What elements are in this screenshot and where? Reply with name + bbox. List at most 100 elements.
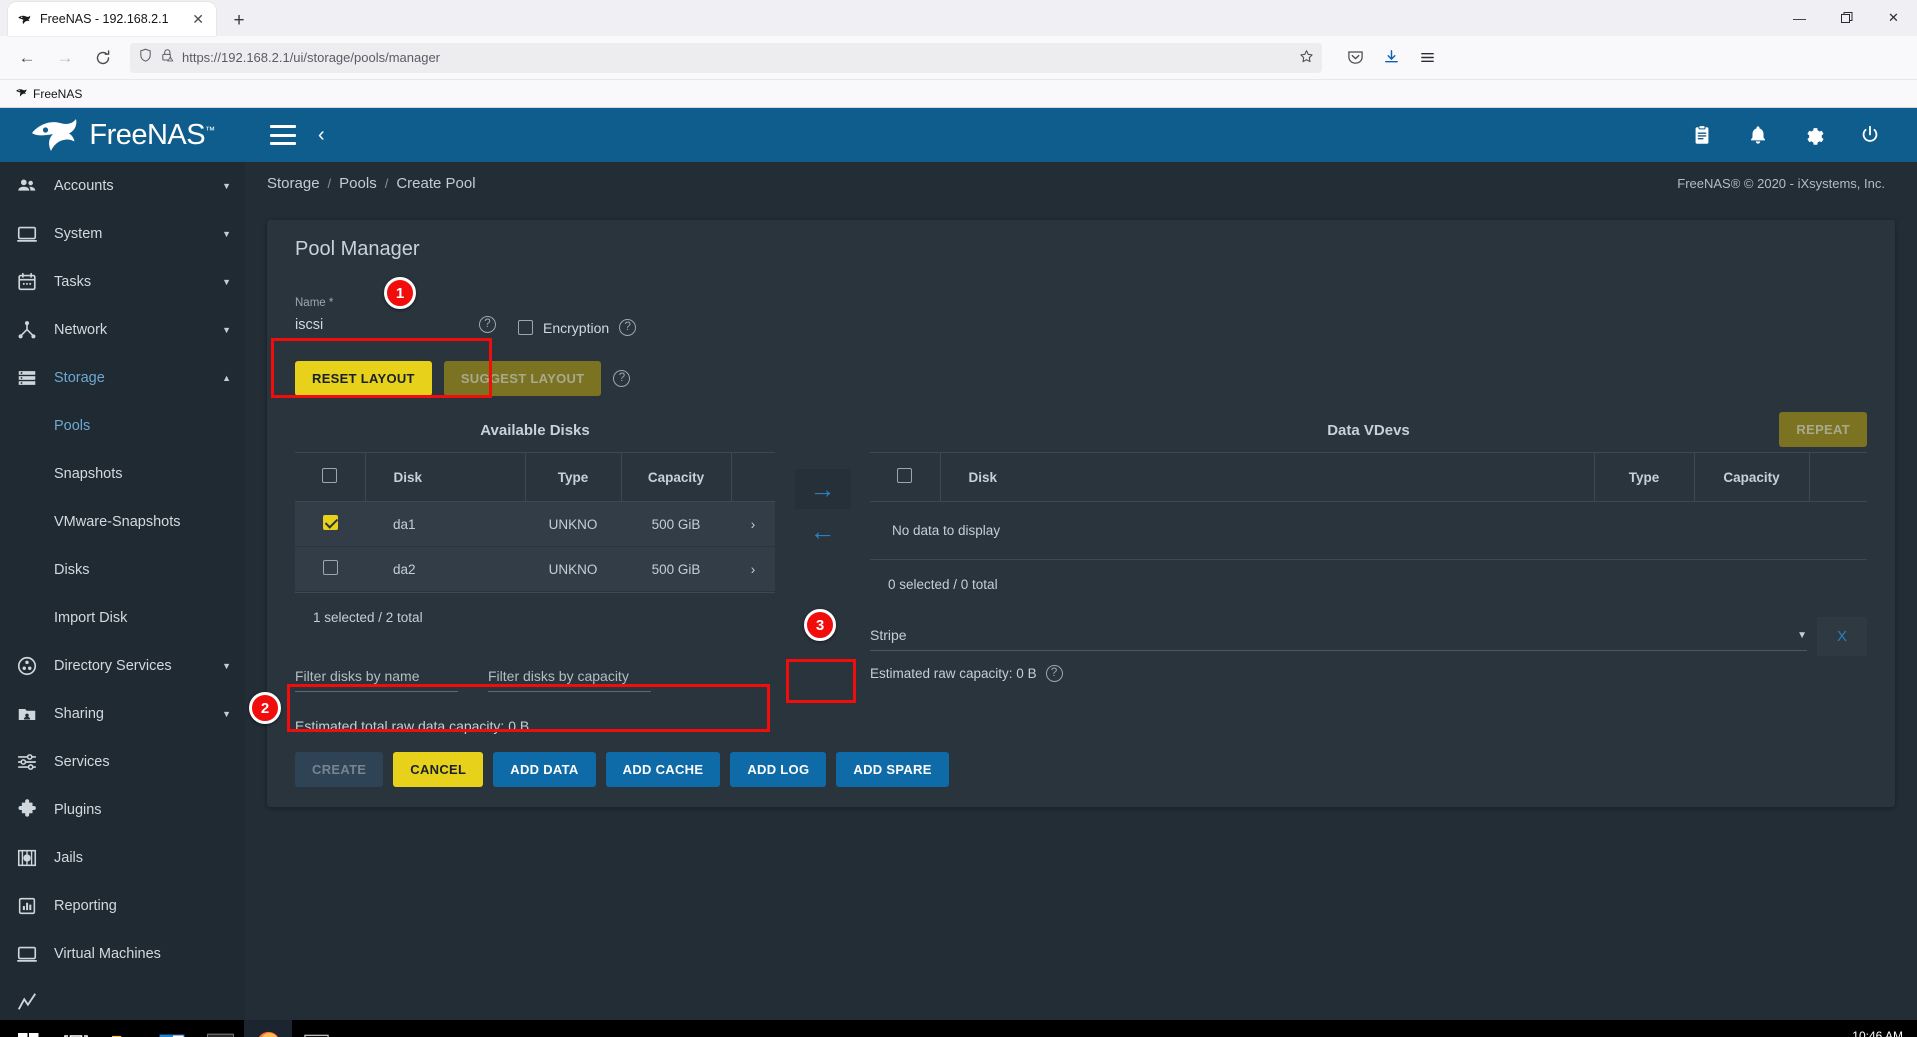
taskbar-clock[interactable]: 10:46 AM 9/16/2022 <box>1850 1029 1903 1037</box>
downloads-icon[interactable] <box>1374 42 1408 74</box>
sidebar-item-disks[interactable]: Disks <box>0 546 245 594</box>
create-button[interactable]: CREATE <box>295 752 384 787</box>
new-tab-button[interactable]: + <box>226 11 252 30</box>
sidebar-item-snapshots[interactable]: Snapshots <box>0 450 245 498</box>
add-cache-button[interactable]: ADD CACHE <box>605 752 721 787</box>
disk-column-header[interactable]: Disk <box>364 452 525 502</box>
sidebar-item-virtual-machines[interactable]: Virtual Machines <box>0 930 245 978</box>
remove-vdev-button[interactable]: X <box>1817 617 1867 656</box>
sidebar-item-vmware-snapshots[interactable]: VMware-Snapshots <box>0 498 245 546</box>
sidebar-item-sharing[interactable]: Sharing ▼ <box>0 690 245 738</box>
chevron-right-icon[interactable]: › <box>731 502 775 547</box>
add-log-button[interactable]: ADD LOG <box>730 752 827 787</box>
cancel-button[interactable]: CANCEL <box>393 752 484 787</box>
vdev-layout-select[interactable]: Stripe ▼ <box>870 622 1807 651</box>
forward-button[interactable]: → <box>48 42 82 74</box>
sidebar-item-storage[interactable]: Storage ▲ <box>0 354 245 402</box>
power-icon[interactable] <box>1859 124 1881 146</box>
clipboard-icon[interactable] <box>1691 124 1713 146</box>
sidebar-item-network[interactable]: Network ▼ <box>0 306 245 354</box>
row-checkbox[interactable] <box>322 560 338 575</box>
sidebar-item-services[interactable]: Services <box>0 738 245 786</box>
firefox-button[interactable] <box>244 1020 292 1037</box>
window-close-button[interactable]: ✕ <box>1870 0 1917 36</box>
sidebar-item-jails[interactable]: Jails <box>0 834 245 882</box>
shield-icon[interactable] <box>138 48 153 68</box>
sharing-icon <box>14 702 40 726</box>
breadcrumb-create-pool[interactable]: Create Pool <box>396 175 475 192</box>
filter-disks-by-name-input[interactable] <box>295 664 458 692</box>
insecure-lock-icon[interactable] <box>160 48 175 68</box>
type-column-header[interactable]: Type <box>524 452 621 502</box>
bell-icon[interactable] <box>1747 124 1769 146</box>
remote-desktop-button[interactable]: >_ <box>292 1020 340 1037</box>
sidebar-item-directory-services[interactable]: Directory Services ▼ <box>0 642 245 690</box>
table-row[interactable]: da1 UNKNO 500 GiB › <box>295 501 775 547</box>
chevron-right-icon[interactable]: › <box>731 547 775 592</box>
sidebar-item-pools[interactable]: Pools <box>0 402 245 450</box>
sidebar-item-accounts[interactable]: Accounts ▼ <box>0 162 245 210</box>
pool-name-input[interactable] <box>295 315 471 339</box>
sidebar-label: Tasks <box>54 274 92 290</box>
select-all-checkbox[interactable] <box>897 468 913 483</box>
freenas-topbar: FreeNAS™ ‹ <box>0 108 1917 162</box>
disk-capacity: 500 GiB <box>651 516 701 532</box>
reload-button[interactable] <box>86 42 120 74</box>
raw-capacity-help-icon[interactable]: ? <box>1045 665 1063 682</box>
estimated-raw-capacity-row: Estimated raw capacity: 0 B ? <box>870 656 1867 682</box>
disk-filters <box>295 642 775 692</box>
disk-type: UNKNO <box>548 516 598 532</box>
window-maximize-button[interactable] <box>1823 0 1870 36</box>
gear-icon[interactable] <box>1803 124 1825 146</box>
window-minimize-button[interactable]: — <box>1776 0 1823 36</box>
url-bar[interactable]: https://192.168.2.1/ui/storage/pools/man… <box>130 42 1322 73</box>
name-help-icon[interactable]: ? <box>479 316 496 333</box>
collapse-sidebar-icon[interactable]: ‹ <box>318 125 325 145</box>
outlook-button[interactable] <box>148 1020 196 1037</box>
pocket-icon[interactable] <box>1338 42 1372 74</box>
sidebar-item-import-disk[interactable]: Import Disk <box>0 594 245 642</box>
select-all-checkbox[interactable] <box>322 468 338 483</box>
disk-name: da1 <box>393 516 416 532</box>
capacity-column-header[interactable]: Capacity <box>1693 452 1809 502</box>
chevron-down-icon: ▼ <box>222 325 231 335</box>
sidebar-item-plugins[interactable]: Plugins <box>0 786 245 834</box>
add-spare-button[interactable]: ADD SPARE <box>836 752 949 787</box>
reset-layout-button[interactable]: RESET LAYOUT <box>295 361 432 396</box>
layout-help-icon[interactable]: ? <box>613 370 631 387</box>
filter-disks-by-capacity-input[interactable] <box>488 664 651 692</box>
terminal-button[interactable]: C:\_ <box>196 1020 244 1037</box>
move-left-button[interactable]: ← <box>795 511 851 551</box>
pool-manager-card: Pool Manager Name * ? Encryption ? <box>267 220 1895 807</box>
sidebar-item-reporting[interactable]: Reporting <box>0 882 245 930</box>
row-checkbox[interactable] <box>322 515 338 530</box>
suggest-layout-button[interactable]: SUGGEST LAYOUT <box>443 361 602 396</box>
start-button[interactable] <box>4 1020 52 1037</box>
sidebar-item-system[interactable]: System ▼ <box>0 210 245 258</box>
menu-toggle-icon[interactable] <box>270 125 296 145</box>
encryption-checkbox[interactable] <box>518 320 533 335</box>
add-data-button[interactable]: ADD DATA <box>493 752 596 787</box>
back-button[interactable]: ← <box>10 42 44 74</box>
encryption-help-icon[interactable]: ? <box>619 319 637 336</box>
sidebar-item-display-system-processes[interactable] <box>0 978 245 1020</box>
breadcrumb-pools[interactable]: Pools <box>339 175 377 192</box>
annotation-badge-1: 1 <box>384 277 416 309</box>
bookmark-star-icon[interactable] <box>1299 49 1314 67</box>
freenas-logo[interactable]: FreeNAS™ <box>0 108 245 162</box>
available-disks-footer: 1 selected / 2 total <box>295 592 775 642</box>
move-right-button[interactable]: → <box>794 469 851 509</box>
breadcrumb-storage[interactable]: Storage <box>267 175 320 192</box>
app-menu-icon[interactable] <box>1410 42 1444 74</box>
task-view-button[interactable] <box>52 1020 100 1037</box>
browser-tab[interactable]: FreeNAS - 192.168.2.1 ✕ <box>8 2 216 36</box>
disk-column-header[interactable]: Disk <box>939 452 1594 502</box>
table-row[interactable]: da2 UNKNO 500 GiB › <box>295 546 775 592</box>
tab-close-icon[interactable]: ✕ <box>188 12 208 26</box>
file-explorer-button[interactable] <box>100 1020 148 1037</box>
bookmark-freenas[interactable]: FreeNAS <box>10 84 87 104</box>
repeat-button[interactable]: REPEAT <box>1779 412 1867 447</box>
sidebar-item-tasks[interactable]: Tasks ▼ <box>0 258 245 306</box>
type-column-header[interactable]: Type <box>1593 452 1694 502</box>
capacity-column-header[interactable]: Capacity <box>620 452 731 502</box>
